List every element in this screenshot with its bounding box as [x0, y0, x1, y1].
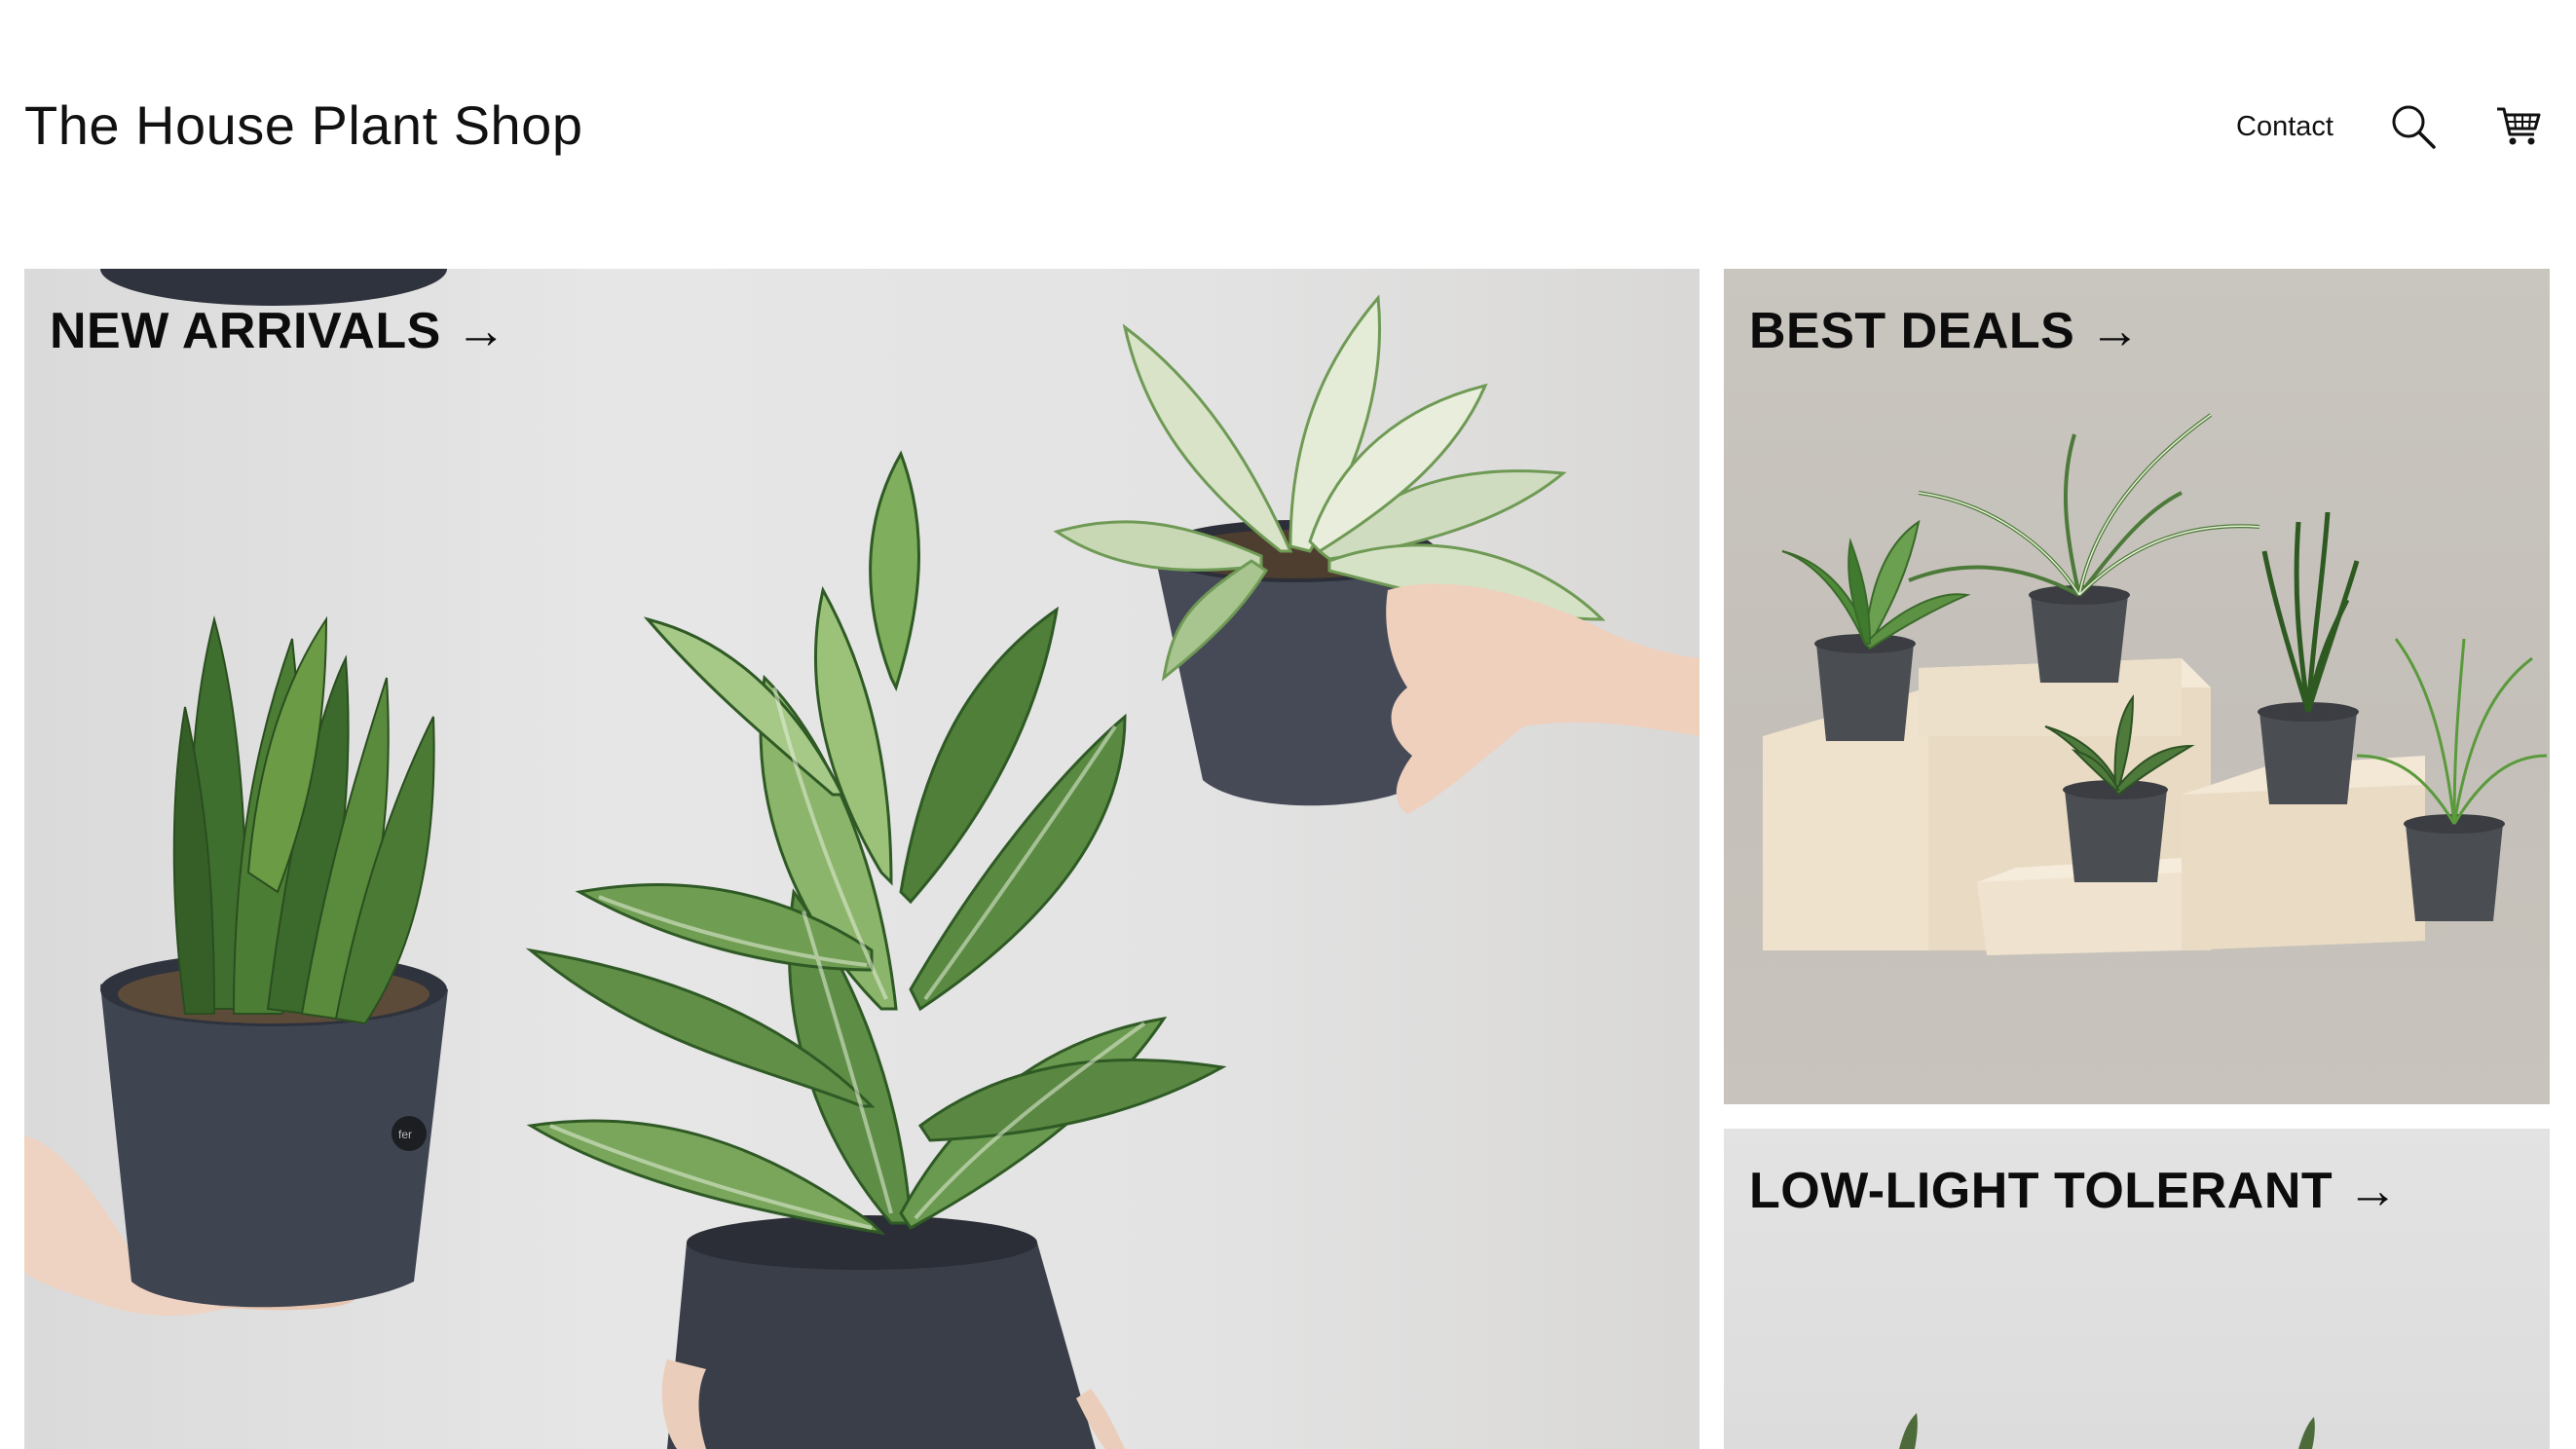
cart-icon[interactable]: [2493, 101, 2544, 152]
best-deals-label: BEST DEALS →: [1749, 303, 2141, 359]
search-icon[interactable]: [2388, 101, 2439, 152]
new-arrivals-tile[interactable]: NEW ARRIVALS → fer: [24, 269, 1699, 1449]
new-arrivals-photo: fer: [24, 269, 1699, 1449]
best-deals-photo: [1763, 413, 2548, 955]
low-light-tolerant-tile[interactable]: LOW-LIGHT TOLERANT →: [1724, 1129, 2550, 1449]
new-arrivals-label: NEW ARRIVALS →: [50, 303, 507, 359]
pot-brand-logo: fer: [398, 1128, 412, 1141]
low-light-tolerant-label: LOW-LIGHT TOLERANT →: [1749, 1163, 2399, 1219]
nav-contact-link[interactable]: Contact: [2236, 111, 2333, 143]
best-deals-tile[interactable]: BEST DEALS →: [1724, 269, 2550, 1104]
site-title[interactable]: The House Plant Shop: [24, 93, 582, 157]
site-header: The House Plant Shop Contact: [0, 0, 2576, 269]
